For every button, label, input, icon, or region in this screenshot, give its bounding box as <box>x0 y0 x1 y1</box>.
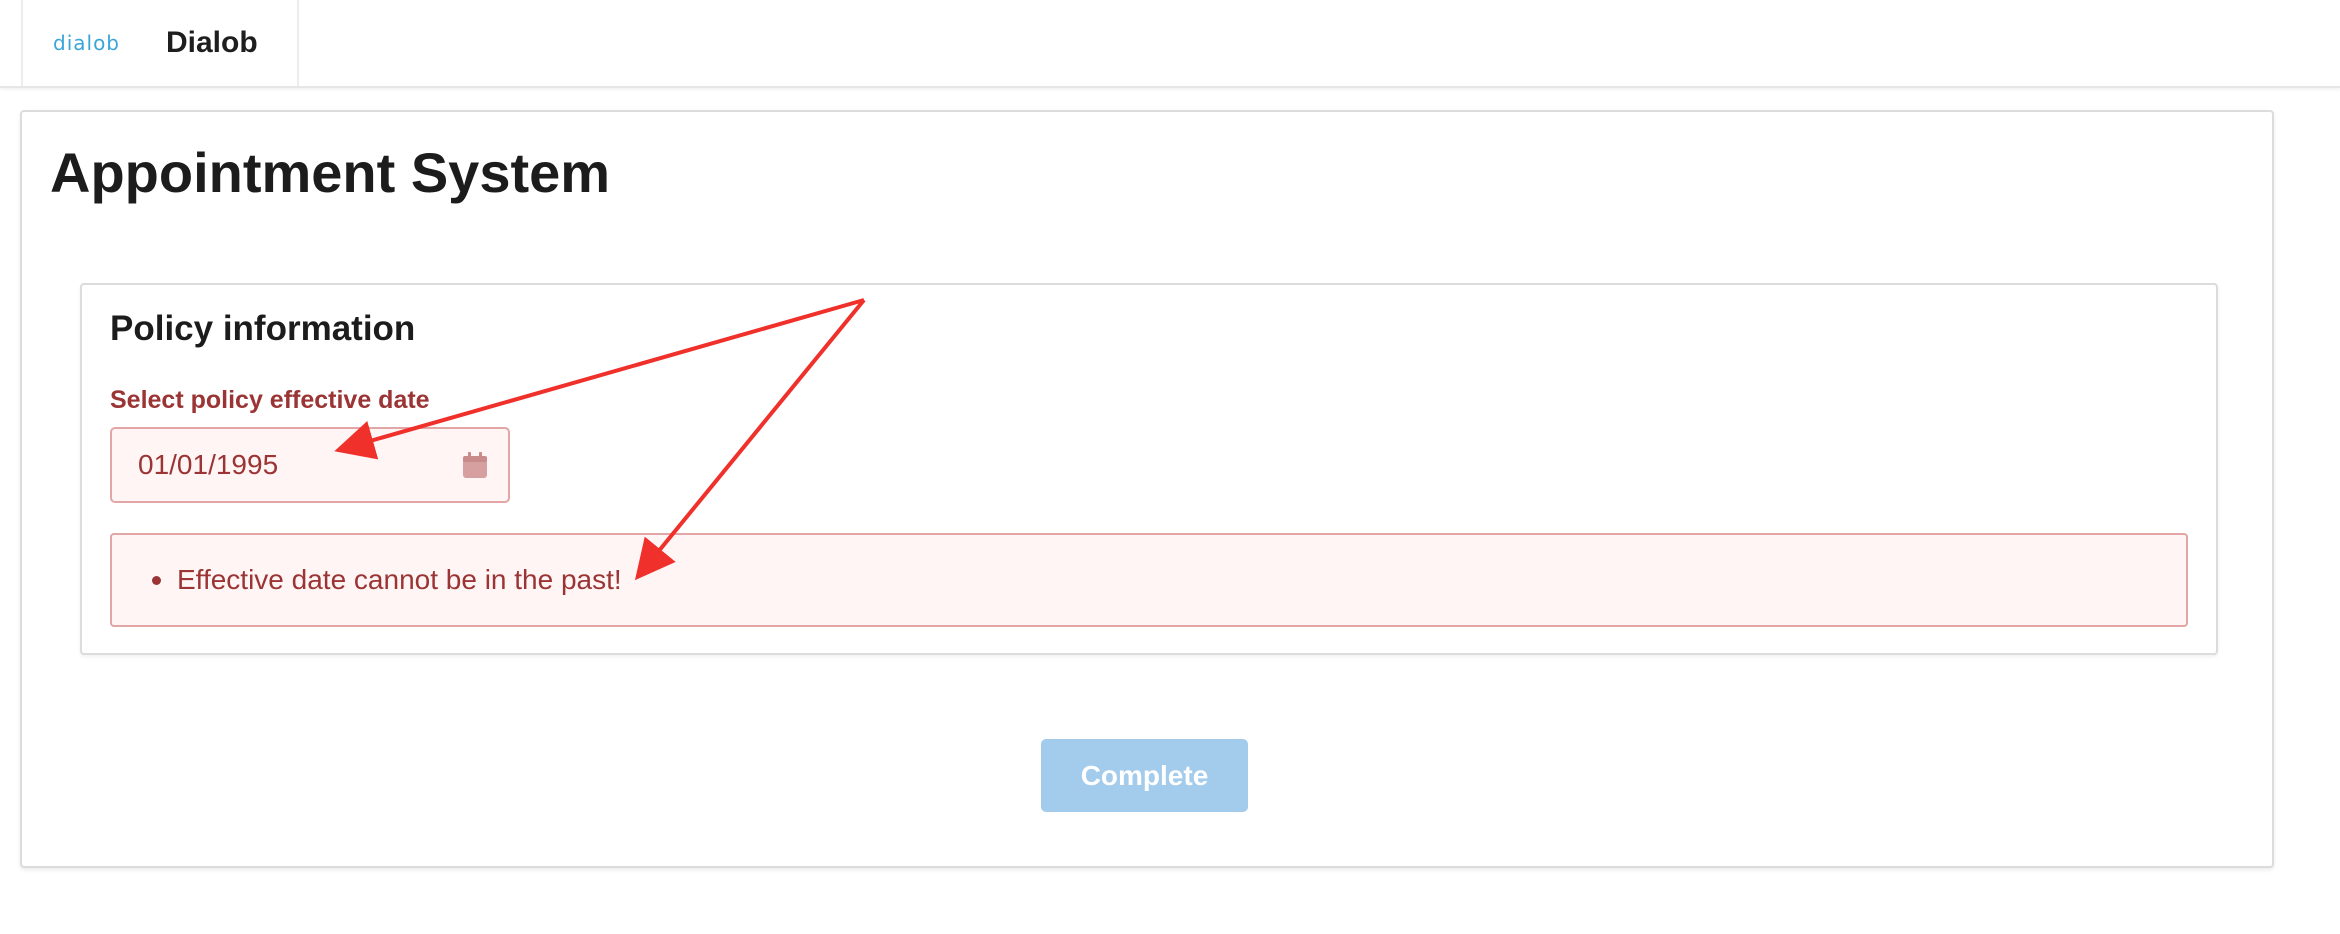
effective-date-value: 01/01/1995 <box>138 449 279 480</box>
app-name: Dialob <box>166 26 258 59</box>
calendar-icon[interactable] <box>462 451 488 479</box>
effective-date-label: Select policy effective date <box>110 386 430 414</box>
complete-button[interactable]: Complete <box>1041 739 1248 812</box>
brand[interactable]: dialob Dialob <box>21 0 299 86</box>
validation-error-message: Effective date cannot be in the past! <box>177 564 622 595</box>
main-card: Appointment System Policy information Se… <box>20 110 2274 868</box>
validation-error-box: Effective date cannot be in the past! <box>110 533 2188 627</box>
policy-information-group: Policy information Select policy effecti… <box>80 283 2218 655</box>
error-bullet <box>152 575 161 585</box>
group-title: Policy information <box>110 309 416 348</box>
dialob-logo: dialob <box>53 31 120 55</box>
effective-date-input[interactable]: 01/01/1995 <box>110 427 510 503</box>
page-title: Appointment System <box>50 141 611 204</box>
top-app-bar: dialob Dialob <box>0 0 2340 88</box>
